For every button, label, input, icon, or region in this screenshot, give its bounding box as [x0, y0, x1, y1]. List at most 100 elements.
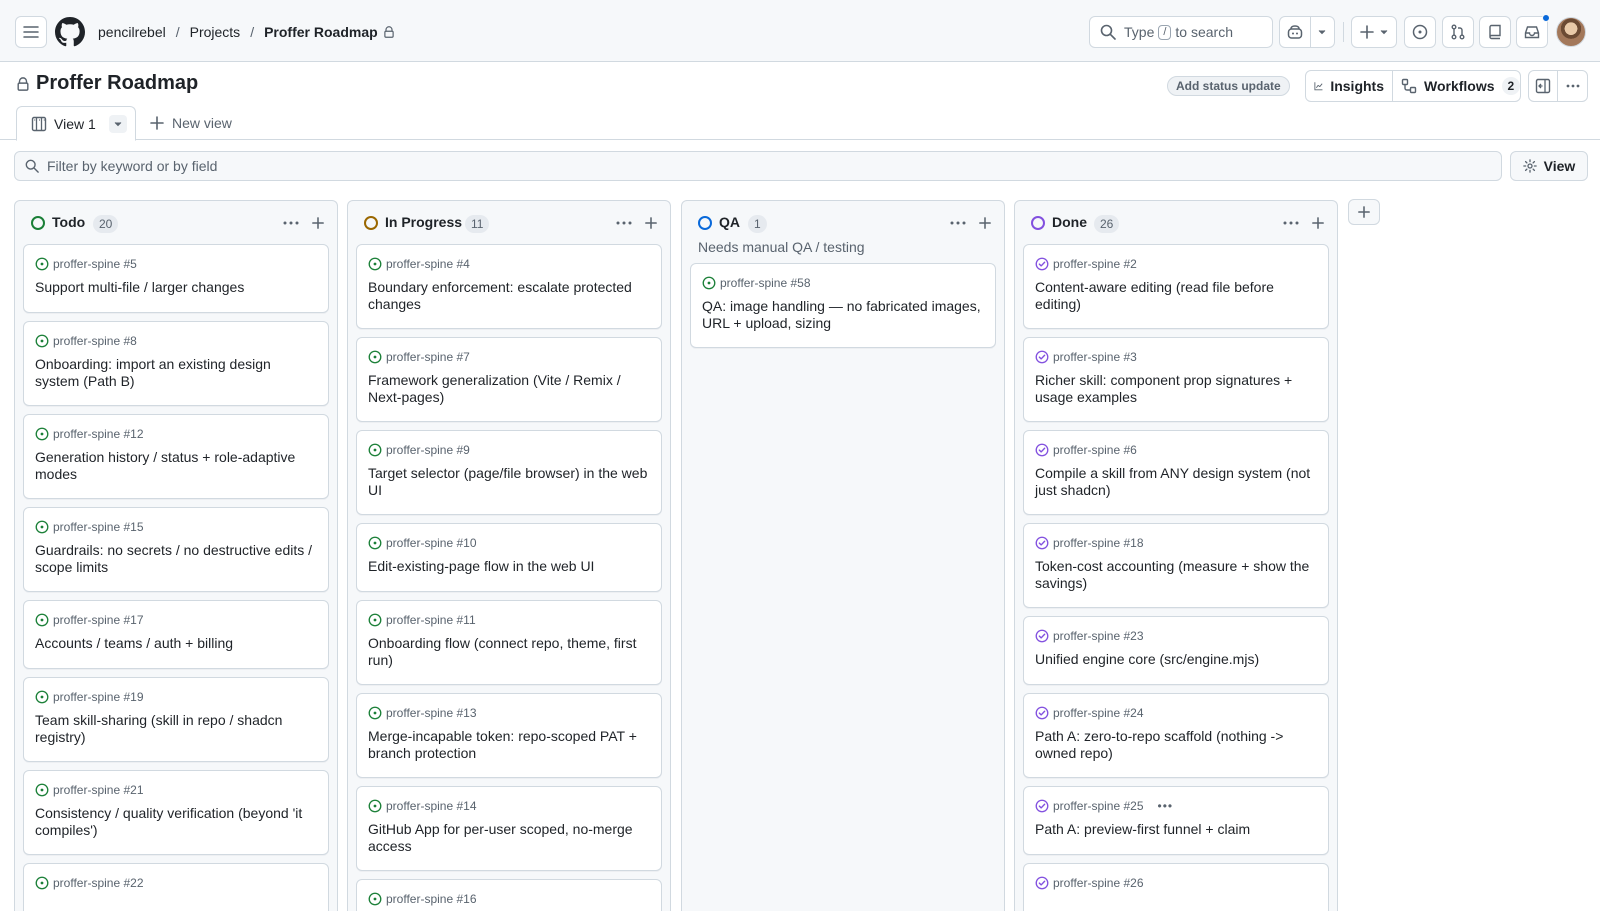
- issue-card[interactable]: proffer-spine #7 Framework generalization…: [356, 337, 662, 422]
- card-reference[interactable]: proffer-spine #14: [386, 799, 477, 813]
- issue-card[interactable]: proffer-spine #14 GitHub App for per-user…: [356, 786, 662, 871]
- menu-button[interactable]: [15, 16, 47, 48]
- add-item-button[interactable]: [307, 212, 329, 234]
- card-reference[interactable]: proffer-spine #19: [53, 690, 144, 704]
- card-reference[interactable]: proffer-spine #12: [53, 427, 144, 441]
- create-new-button[interactable]: [1351, 16, 1397, 48]
- card-title[interactable]: Path A: zero-to-repo scaffold (nothing -…: [1035, 728, 1319, 762]
- column-menu-button[interactable]: [281, 214, 301, 232]
- card-reference[interactable]: proffer-spine #18: [1053, 536, 1144, 550]
- card-reference[interactable]: proffer-spine #10: [386, 536, 477, 550]
- copilot-menu-button[interactable]: [1311, 17, 1334, 47]
- toggle-side-panel-button[interactable]: [1529, 71, 1559, 101]
- workflows-button[interactable]: Workflows 2: [1393, 71, 1528, 101]
- card-reference[interactable]: proffer-spine #17: [53, 613, 144, 627]
- card-reference[interactable]: proffer-spine #7: [386, 350, 470, 364]
- card-menu-button[interactable]: •••: [1158, 799, 1174, 813]
- card-reference[interactable]: proffer-spine #15: [53, 520, 144, 534]
- issue-card[interactable]: proffer-spine #2 Content-aware editing (r…: [1023, 244, 1329, 329]
- issue-card[interactable]: proffer-spine #5 Support multi-file / lar…: [23, 244, 329, 313]
- issue-card[interactable]: proffer-spine #11 Onboarding flow (connec…: [356, 600, 662, 685]
- issue-card[interactable]: proffer-spine #18 Token-cost accounting (…: [1023, 523, 1329, 608]
- breadcrumb-owner[interactable]: pencilrebel: [98, 24, 166, 40]
- card-reference[interactable]: proffer-spine #16: [386, 892, 477, 906]
- card-reference[interactable]: proffer-spine #13: [386, 706, 477, 720]
- project-menu-button[interactable]: [1558, 71, 1587, 101]
- card-reference[interactable]: proffer-spine #23: [1053, 629, 1144, 643]
- card-title[interactable]: Support multi-file / larger changes: [35, 279, 319, 296]
- issue-card[interactable]: proffer-spine #12 Generation history / st…: [23, 414, 329, 499]
- card-reference[interactable]: proffer-spine #58: [720, 276, 811, 290]
- add-item-button[interactable]: [640, 212, 662, 234]
- add-column-button[interactable]: [1348, 199, 1380, 225]
- card-reference[interactable]: proffer-spine #5: [53, 257, 137, 271]
- card-title[interactable]: Richer skill: component prop signatures …: [1035, 372, 1319, 406]
- card-reference[interactable]: proffer-spine #25: [1053, 799, 1144, 813]
- repositories-button[interactable]: [1479, 16, 1511, 48]
- card-title[interactable]: Edit-existing-page flow in the web UI: [368, 558, 652, 575]
- card-title[interactable]: Path A: preview-first funnel + claim: [1035, 821, 1319, 838]
- issue-card[interactable]: proffer-spine #25 ••• Path A: preview-firs…: [1023, 786, 1329, 855]
- card-reference[interactable]: proffer-spine #9: [386, 443, 470, 457]
- card-title[interactable]: Unified engine core (src/engine.mjs): [1035, 651, 1319, 668]
- column-menu-button[interactable]: [1281, 214, 1301, 232]
- column-menu-button[interactable]: [948, 214, 968, 232]
- issue-card[interactable]: proffer-spine #17 Accounts / teams / auth…: [23, 600, 329, 669]
- insights-button[interactable]: Insights: [1306, 71, 1393, 101]
- card-title[interactable]: Onboarding: import an existing design sy…: [35, 356, 319, 390]
- issue-card[interactable]: proffer-spine #15 Guardrails: no secrets …: [23, 507, 329, 592]
- issue-card[interactable]: proffer-spine #16: [356, 879, 662, 911]
- card-reference[interactable]: proffer-spine #26: [1053, 876, 1144, 890]
- card-title[interactable]: Accounts / teams / auth + billing: [35, 635, 319, 652]
- column-menu-button[interactable]: [614, 214, 634, 232]
- card-reference[interactable]: proffer-spine #22: [53, 876, 144, 890]
- user-avatar[interactable]: [1556, 17, 1586, 47]
- card-reference[interactable]: proffer-spine #4: [386, 257, 470, 271]
- issue-card[interactable]: proffer-spine #8 Onboarding: import an ex…: [23, 321, 329, 406]
- issue-card[interactable]: proffer-spine #13 Merge-incapable token: …: [356, 693, 662, 778]
- add-item-button[interactable]: [1307, 212, 1329, 234]
- issue-card[interactable]: proffer-spine #26: [1023, 863, 1329, 911]
- notifications-button[interactable]: [1516, 14, 1550, 48]
- pull-requests-button[interactable]: [1442, 16, 1474, 48]
- card-title[interactable]: QA: image handling — no fabricated image…: [702, 298, 986, 332]
- card-title[interactable]: Boundary enforcement: escalate protected…: [368, 279, 652, 313]
- card-title[interactable]: Guardrails: no secrets / no destructive …: [35, 542, 319, 576]
- card-title[interactable]: Merge-incapable token: repo-scoped PAT +…: [368, 728, 652, 762]
- card-reference[interactable]: proffer-spine #24: [1053, 706, 1144, 720]
- issue-card[interactable]: proffer-spine #10 Edit-existing-page flow…: [356, 523, 662, 592]
- add-status-update-button[interactable]: Add status update: [1167, 76, 1290, 96]
- new-view-button[interactable]: New view: [150, 106, 232, 140]
- card-title[interactable]: Content-aware editing (read file before …: [1035, 279, 1319, 313]
- card-reference[interactable]: proffer-spine #2: [1053, 257, 1137, 271]
- view-options-button[interactable]: View: [1510, 151, 1588, 181]
- issue-card[interactable]: proffer-spine #4 Boundary enforcement: es…: [356, 244, 662, 329]
- issue-card[interactable]: proffer-spine #24 Path A: zero-to-repo sc…: [1023, 693, 1329, 778]
- copilot-button[interactable]: [1280, 17, 1311, 47]
- issue-card[interactable]: proffer-spine #23 Unified engine core (sr…: [1023, 616, 1329, 685]
- card-title[interactable]: Generation history / status + role-adapt…: [35, 449, 319, 483]
- card-reference[interactable]: proffer-spine #21: [53, 783, 144, 797]
- filter-input[interactable]: Filter by keyword or by field: [14, 151, 1502, 181]
- issue-card[interactable]: proffer-spine #6 Compile a skill from ANY…: [1023, 430, 1329, 515]
- card-reference[interactable]: proffer-spine #3: [1053, 350, 1137, 364]
- card-reference[interactable]: proffer-spine #6: [1053, 443, 1137, 457]
- card-reference[interactable]: proffer-spine #8: [53, 334, 137, 348]
- issue-card[interactable]: proffer-spine #19 Team skill-sharing (ski…: [23, 677, 329, 762]
- breadcrumb-project[interactable]: Proffer Roadmap: [264, 24, 378, 40]
- issue-card[interactable]: proffer-spine #22: [23, 863, 329, 911]
- card-title[interactable]: Compile a skill from ANY design system (…: [1035, 465, 1319, 499]
- global-search-input[interactable]: Type / to search: [1089, 16, 1273, 48]
- card-reference[interactable]: proffer-spine #11: [386, 613, 476, 627]
- issue-card[interactable]: proffer-spine #58 QA: image handling — no…: [690, 263, 996, 348]
- card-title[interactable]: Consistency / quality verification (beyo…: [35, 805, 319, 839]
- card-title[interactable]: Token-cost accounting (measure + show th…: [1035, 558, 1319, 592]
- issue-card[interactable]: proffer-spine #9 Target selector (page/fi…: [356, 430, 662, 515]
- issues-button[interactable]: [1404, 16, 1436, 48]
- issue-card[interactable]: proffer-spine #3 Richer skill: component …: [1023, 337, 1329, 422]
- card-title[interactable]: Framework generalization (Vite / Remix /…: [368, 372, 652, 406]
- tab-menu-button[interactable]: [108, 114, 127, 133]
- breadcrumb-projects[interactable]: Projects: [190, 24, 241, 40]
- card-title[interactable]: Onboarding flow (connect repo, theme, fi…: [368, 635, 652, 669]
- card-title[interactable]: GitHub App for per-user scoped, no-merge…: [368, 821, 652, 855]
